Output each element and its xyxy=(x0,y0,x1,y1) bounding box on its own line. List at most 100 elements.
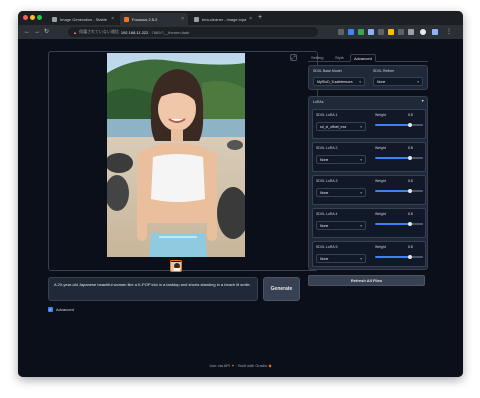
lora-label: SDXL LoRA 2 xyxy=(316,146,338,150)
maximize-window-button[interactable] xyxy=(37,15,42,20)
browser-tab-2[interactable]: Fooocus 2.5.2 × xyxy=(120,13,188,25)
close-window-button[interactable] xyxy=(23,15,28,20)
lora-value: None xyxy=(320,158,329,162)
back-icon[interactable]: ← xyxy=(24,28,30,36)
extension-icon[interactable] xyxy=(368,29,374,35)
tab-label: Image Generation - Stable Diffus... xyxy=(60,16,108,22)
image-gallery-panel xyxy=(48,51,318,272)
lora-row: SDXL LoRA 5 None ▾ Weight 0.5 xyxy=(312,241,426,267)
slider-handle[interactable] xyxy=(408,123,412,127)
weight-slider[interactable] xyxy=(375,189,423,193)
slider-handle[interactable] xyxy=(408,255,412,259)
refresh-files-button[interactable]: Refresh All Files xyxy=(308,275,425,286)
app-content: ⤢ A 20-year-old Japanese beautiful woman… xyxy=(18,39,463,377)
tab-advanced[interactable]: Advanced xyxy=(350,54,376,62)
advanced-toggle[interactable]: ✓ Advanced xyxy=(48,307,74,312)
url-path: :7860/?__theme=dark xyxy=(150,29,190,35)
extension-icon[interactable] xyxy=(388,29,394,35)
lora-value: sd_xl_offset_exa xyxy=(320,125,347,129)
extension-icon[interactable] xyxy=(408,29,414,35)
footer: Use via API ✦ · Built with Gradio ◆ xyxy=(18,363,463,368)
tab-label: bria-cleaner - image inpainting xyxy=(202,16,247,22)
lora-dropdown[interactable]: None ▾ xyxy=(316,188,366,197)
lora-row: SDXL LoRA 2 None ▾ Weight 0.5 xyxy=(312,142,426,172)
weight-value[interactable]: 0.5 xyxy=(408,146,413,150)
close-tab-icon[interactable]: × xyxy=(249,16,252,22)
lora-label: SDXL LoRA 5 xyxy=(316,245,338,249)
lora-value: None xyxy=(320,224,329,228)
chevron-down-icon: ▾ xyxy=(417,80,419,84)
loras-accordion: LoRAs ▼ SDXL LoRA 1 sd_xl_offset_exa ▾ W… xyxy=(308,96,428,270)
weight-slider[interactable] xyxy=(375,222,423,226)
extension-icon[interactable] xyxy=(398,29,404,35)
base-model-dropdown[interactable]: MyRIoD_5.safetensors ▾ xyxy=(313,77,365,86)
weight-slider[interactable] xyxy=(375,255,423,259)
lora-row: SDXL LoRA 4 None ▾ Weight 0.5 xyxy=(312,208,426,238)
built-with-gradio-link[interactable]: Built with Gradio xyxy=(238,363,267,368)
use-via-api-link[interactable]: Use via API xyxy=(209,363,230,368)
advanced-checkbox[interactable]: ✓ xyxy=(48,307,53,312)
slider-handle[interactable] xyxy=(408,222,412,226)
slider-handle[interactable] xyxy=(408,156,412,160)
gallery-thumbnail[interactable] xyxy=(170,260,182,272)
browser-window: Image Generation - Stable Diffus... × Fo… xyxy=(18,11,463,377)
lora-row: SDXL LoRA 1 sd_xl_offset_exa ▾ Weight 0.… xyxy=(312,109,426,139)
weight-value[interactable]: 0.5 xyxy=(408,113,413,117)
extension-icon[interactable] xyxy=(432,29,438,35)
generate-button[interactable]: Generate xyxy=(263,277,300,301)
generated-image[interactable] xyxy=(107,53,245,257)
menu-icon[interactable]: ⋮ xyxy=(446,28,452,36)
extension-icon[interactable] xyxy=(358,29,364,35)
fooocus-icon xyxy=(124,16,129,22)
browser-toolbar: ← → ↻ ▲ 保護されていない通信 192.168.11.222 :7860/… xyxy=(18,25,463,39)
weight-label: Weight xyxy=(375,212,386,216)
tab-label: Fooocus 2.5.2 xyxy=(132,16,158,22)
lora-dropdown[interactable]: sd_xl_offset_exa ▾ xyxy=(316,122,366,131)
refiner-dropdown[interactable]: None ▾ xyxy=(373,77,423,86)
extension-icon[interactable] xyxy=(348,29,354,35)
browser-tab-1[interactable]: Image Generation - Stable Diffus... × xyxy=(48,13,118,25)
extension-icon[interactable] xyxy=(338,29,344,35)
address-bar[interactable]: ▲ 保護されていない通信 192.168.11.222 :7860/?__the… xyxy=(68,27,318,37)
lora-value: None xyxy=(320,191,329,195)
tab-style[interactable]: Style xyxy=(332,54,347,62)
reload-icon[interactable]: ↻ xyxy=(44,28,49,36)
forward-icon[interactable]: → xyxy=(34,28,40,36)
advanced-label: Advanced xyxy=(56,307,74,312)
chevron-down-icon: ▾ xyxy=(360,125,362,129)
slider-handle[interactable] xyxy=(408,189,412,193)
expand-icon[interactable]: ⤢ xyxy=(290,54,297,61)
profile-avatar[interactable] xyxy=(420,29,426,35)
weight-label: Weight xyxy=(375,113,386,117)
chevron-down-icon: ▾ xyxy=(360,158,362,162)
model-selection-box: SDXL Base Model MyRIoD_5.safetensors ▾ S… xyxy=(308,65,428,90)
weight-slider[interactable] xyxy=(375,156,423,160)
tab-setting[interactable]: Setting xyxy=(308,54,326,62)
lora-dropdown[interactable]: None ▾ xyxy=(316,155,366,164)
globe-icon xyxy=(52,16,57,22)
weight-value[interactable]: 0.5 xyxy=(408,179,413,183)
prompt-textarea[interactable]: A 20-year-old Japanese beautiful woman l… xyxy=(48,277,258,301)
refiner-label: SDXL Refiner xyxy=(373,69,395,73)
url-host: 192.168.11.222 xyxy=(120,29,149,35)
lora-label: SDXL LoRA 3 xyxy=(316,179,338,183)
new-tab-button[interactable]: + xyxy=(258,14,262,22)
lora-label: SDXL LoRA 1 xyxy=(316,113,338,117)
chevron-down-icon: ▾ xyxy=(360,224,362,228)
browser-tab-3[interactable]: bria-cleaner - image inpainting × xyxy=(190,13,256,25)
weight-value[interactable]: 0.5 xyxy=(408,212,413,216)
collapse-icon[interactable]: ▼ xyxy=(421,99,424,103)
minimize-window-button[interactable] xyxy=(30,15,35,20)
weight-slider[interactable] xyxy=(375,123,423,127)
lora-dropdown[interactable]: None ▾ xyxy=(316,221,366,230)
weight-value[interactable]: 0.5 xyxy=(408,245,413,249)
lora-row: SDXL LoRA 3 None ▾ Weight 0.5 xyxy=(312,175,426,205)
extension-icon[interactable] xyxy=(378,29,384,35)
refiner-value: None xyxy=(377,80,386,84)
close-tab-icon[interactable]: × xyxy=(111,16,114,22)
lora-dropdown[interactable]: None ▾ xyxy=(316,254,366,263)
close-tab-icon[interactable]: × xyxy=(181,16,184,22)
chevron-down-icon: ▾ xyxy=(359,80,361,84)
url-security-text: 保護されていない通信 xyxy=(78,29,119,34)
lora-label: SDXL LoRA 4 xyxy=(316,212,338,216)
